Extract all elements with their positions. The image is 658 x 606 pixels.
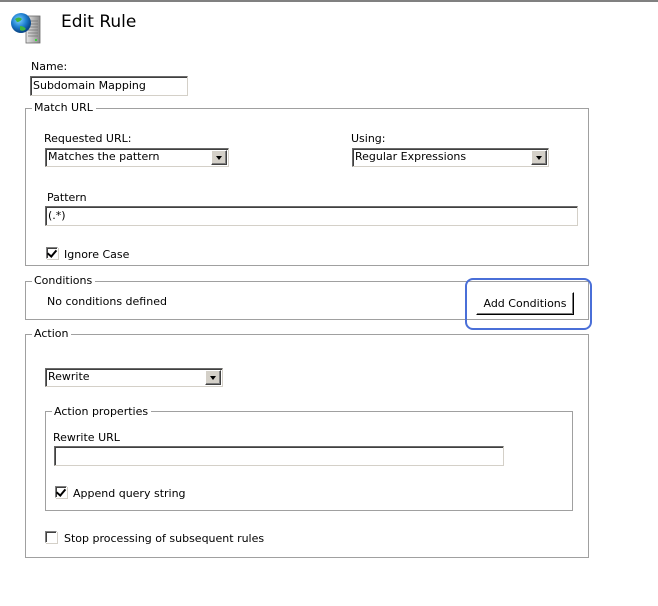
rewrite-url-label: Rewrite URL <box>53 431 120 444</box>
chevron-down-icon[interactable] <box>205 370 221 385</box>
using-select[interactable]: Regular Expressions <box>352 148 549 167</box>
conditions-legend: Conditions <box>32 274 96 287</box>
ignore-case-checkbox[interactable] <box>46 247 58 259</box>
action-properties-legend: Action properties <box>52 405 152 418</box>
add-conditions-button[interactable]: Add Conditions <box>476 292 574 315</box>
using-label: Using: <box>351 132 386 145</box>
stop-processing-checkbox[interactable] <box>45 531 57 543</box>
no-conditions-text: No conditions defined <box>47 295 167 308</box>
pattern-label: Pattern <box>47 191 87 204</box>
globe-server-icon <box>10 12 46 44</box>
chevron-down-icon[interactable] <box>211 150 227 165</box>
name-label: Name: <box>31 60 68 73</box>
using-value: Regular Expressions <box>355 150 467 163</box>
requested-url-value: Matches the pattern <box>48 150 160 163</box>
page-title: Edit Rule <box>61 12 137 32</box>
stop-processing-label: Stop processing of subsequent rules <box>64 532 265 545</box>
append-query-string-checkbox[interactable] <box>55 486 67 498</box>
append-query-string-label: Append query string <box>73 487 186 500</box>
pattern-input[interactable]: (.*) <box>45 206 578 226</box>
rewrite-url-input[interactable] <box>54 446 504 466</box>
window-top-border <box>0 0 658 2</box>
action-type-select[interactable]: Rewrite <box>45 368 223 387</box>
requested-url-select[interactable]: Matches the pattern <box>45 148 229 167</box>
name-input[interactable]: Subdomain Mapping <box>30 76 188 96</box>
action-type-value: Rewrite <box>48 370 90 383</box>
chevron-down-icon[interactable] <box>531 150 547 165</box>
ignore-case-label: Ignore Case <box>64 248 130 261</box>
match-url-legend: Match URL <box>32 101 96 114</box>
requested-url-label: Requested URL: <box>44 132 132 145</box>
action-legend: Action <box>32 327 72 340</box>
